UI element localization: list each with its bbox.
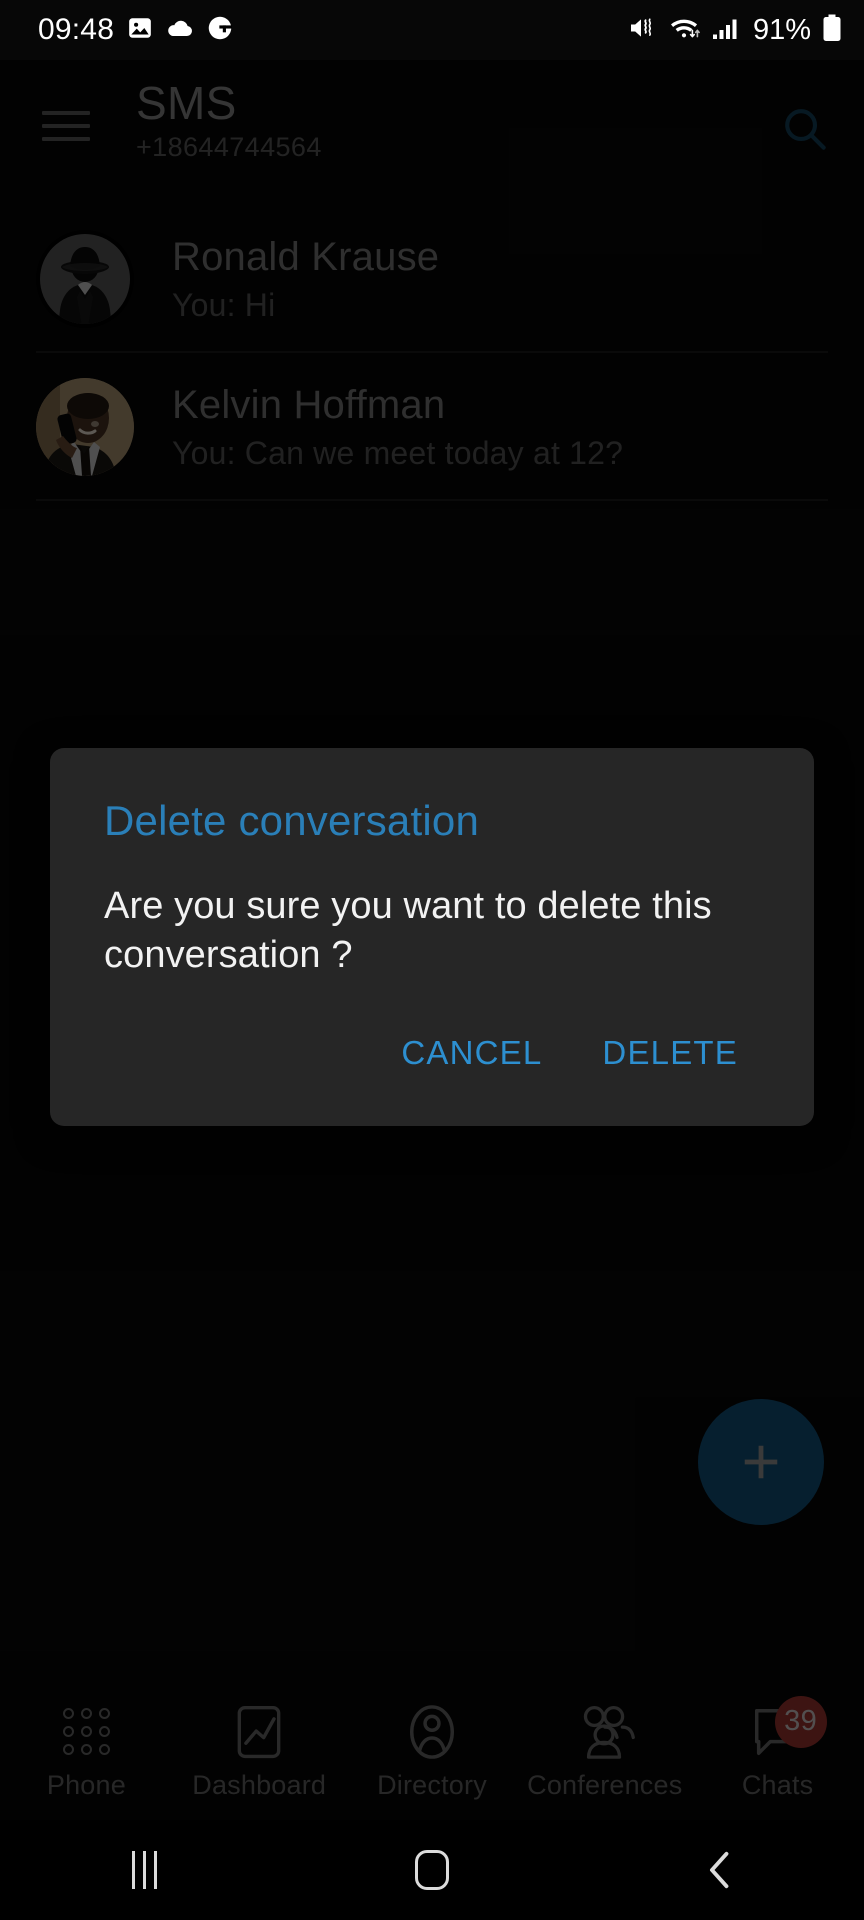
- status-clock: 09:48: [38, 13, 115, 46]
- battery-icon: [822, 14, 842, 47]
- recents-icon: [131, 1851, 157, 1889]
- cloud-icon: [166, 17, 194, 44]
- dialog-actions: CANCEL DELETE: [104, 1022, 760, 1098]
- status-bar-right: 91%: [628, 14, 842, 47]
- home-button[interactable]: [288, 1820, 576, 1920]
- status-bar-left: 09:48: [38, 15, 233, 46]
- android-navigation-bar: [0, 1820, 864, 1920]
- wifi-icon: [669, 14, 701, 46]
- dialog-title: Delete conversation: [104, 797, 480, 844]
- battery-percent-label: 91%: [752, 13, 811, 46]
- image-icon: [127, 15, 153, 46]
- back-icon: [709, 1851, 729, 1889]
- cellular-signal-icon: [712, 15, 742, 46]
- phone-screen: 09:48 91% Delete conversation Are you su…: [0, 0, 864, 1920]
- delete-conversation-dialog: Delete conversation Are you sure you wan…: [50, 748, 814, 1126]
- dialog-message: Are you sure you want to delete this con…: [104, 885, 712, 977]
- cancel-button[interactable]: CANCEL: [379, 1022, 564, 1084]
- status-bar: 09:48 91%: [0, 0, 864, 60]
- home-icon: [415, 1850, 449, 1890]
- grammarly-icon: [207, 15, 233, 46]
- back-button[interactable]: [576, 1820, 864, 1920]
- mute-vibrate-icon: [628, 15, 658, 46]
- recents-button[interactable]: [0, 1820, 288, 1920]
- delete-button[interactable]: DELETE: [580, 1022, 760, 1084]
